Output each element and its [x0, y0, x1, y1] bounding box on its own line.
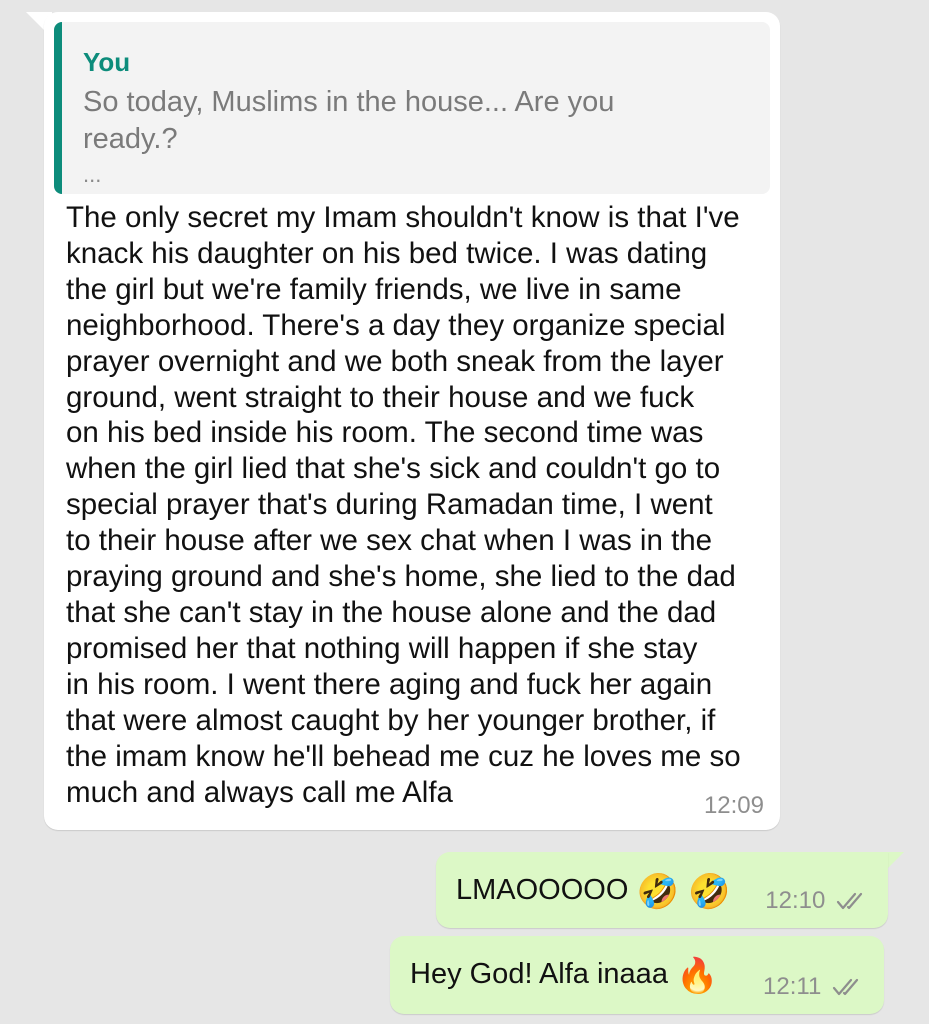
message-line: in his room. I went there aging and fuck… [66, 667, 713, 701]
quote-accent-bar [54, 22, 62, 194]
outgoing-message-text: LMAOOOOO 🤣 🤣 [456, 872, 731, 910]
fire-emoji: 🔥 [676, 957, 719, 995]
double-check-icon [832, 976, 862, 1004]
quoted-author: You [83, 47, 131, 77]
message-text: Hey God! Alfa inaaa [410, 958, 668, 990]
message-line: to their house after we sex chat when I … [66, 524, 713, 558]
message-line: ground, went straight to their house and… [66, 380, 695, 414]
message-timestamp: 12:09 [703, 792, 764, 819]
message-line: knack his daughter on his bed twice. I w… [66, 236, 708, 270]
incoming-message-bubble[interactable]: You So today, Muslims in the house... Ar… [44, 12, 780, 830]
double-check-icon [836, 890, 866, 918]
message-line: special prayer that's during Ramadan tim… [66, 488, 713, 522]
outgoing-message-bubble[interactable]: LMAOOOOO 🤣 🤣 12:10 [436, 852, 888, 928]
outgoing-message-text: Hey God! Alfa inaaa 🔥 [410, 956, 718, 994]
message-timestamp: 12:10 [765, 887, 826, 914]
message-line: much and always call me Alfa [66, 775, 453, 809]
message-meta: 12:11 [763, 973, 862, 1004]
message-line: neighborhood. There's a day they organiz… [66, 308, 726, 342]
rolling-laughing-emoji: 🤣 🤣 [636, 873, 731, 911]
quoted-text: So today, Muslims in the house... Are yo… [83, 86, 615, 155]
message-line: promised her that nothing will happen if… [66, 631, 698, 665]
message-text: LMAOOOOO [456, 874, 629, 906]
message-line: on his bed inside his room. The second t… [66, 416, 704, 450]
message-line: prayer overnight and we both sneak from … [66, 344, 724, 378]
message-line: that she can't stay in the house alone a… [66, 595, 717, 629]
quoted-ellipsis: ... [83, 162, 102, 187]
message-line: when the girl lied that she's sick and c… [66, 452, 721, 486]
message-line: the girl but we're family friends, we li… [66, 272, 682, 306]
message-meta: 12:10 [765, 887, 866, 918]
quoted-message[interactable]: You So today, Muslims in the house... Ar… [54, 22, 770, 194]
message-line: The only secret my Imam shouldn't know i… [66, 201, 740, 234]
message-body: The only secret my Imam shouldn't know i… [66, 200, 766, 810]
message-line: praying ground and she's home, she lied … [66, 560, 736, 594]
message-line: that were almost caught by her younger b… [66, 703, 716, 737]
message-line: the imam know he'll behead me cuz he lov… [66, 739, 741, 773]
message-timestamp: 12:11 [763, 973, 822, 1000]
outgoing-message-bubble[interactable]: Hey God! Alfa inaaa 🔥 12:11 [390, 936, 884, 1014]
